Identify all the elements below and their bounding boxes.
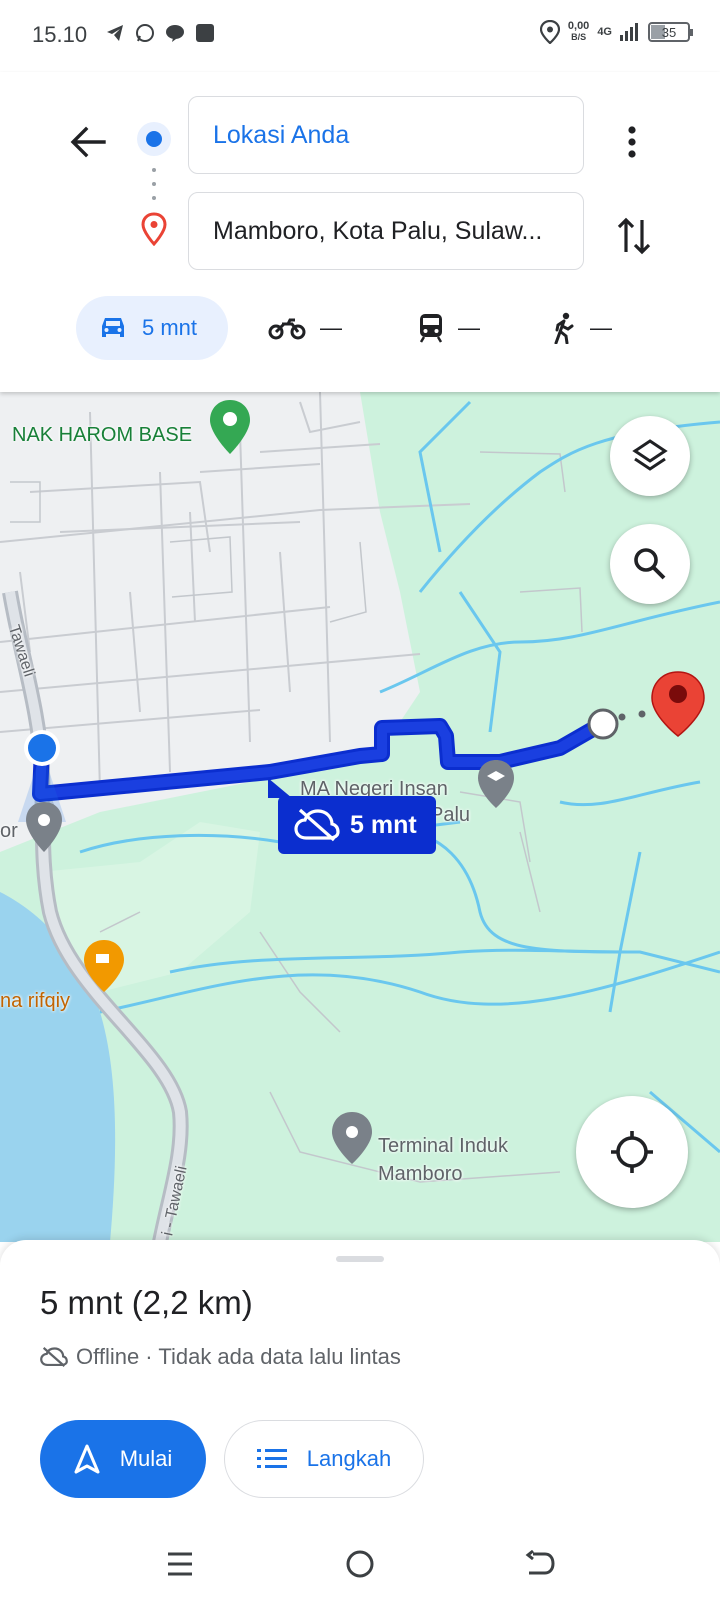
start-navigation-button[interactable]: Mulai (40, 1420, 206, 1498)
app-notification-icon (194, 22, 216, 44)
start-label: Mulai (119, 1446, 173, 1471)
steps-button[interactable]: Langkah (224, 1420, 424, 1498)
whatsapp-icon (134, 22, 156, 44)
tab-walk-time: — (590, 315, 612, 340)
signal-icon (620, 23, 638, 41)
traffic-status-text: Offline · Tidak ada data lalu lintas (76, 1344, 401, 1369)
swap-locations-button[interactable] (612, 208, 656, 264)
my-location-icon (611, 1131, 653, 1173)
destination-input[interactable]: Mamboro, Kota Palu, Sulaw... (188, 192, 584, 270)
nav-recents-button[interactable] (150, 1542, 210, 1586)
poi-label-left: or (0, 820, 18, 842)
navigation-icon (74, 1444, 100, 1474)
poi-label-terminal[interactable]: Terminal Induk Mamboro (378, 1132, 508, 1188)
search-along-route-button[interactable] (610, 524, 690, 604)
poi-label-base[interactable]: NAK HAROM BASE (12, 424, 192, 447)
motorcycle-icon (268, 318, 306, 340)
back-button[interactable] (60, 114, 116, 170)
swap-vert-icon (617, 217, 651, 255)
traffic-status: Offline · Tidak ada data lalu lintas (40, 1344, 401, 1370)
sheet-drag-handle[interactable] (336, 1256, 384, 1262)
back-arrow-icon (525, 1550, 555, 1575)
arrow-left-icon (70, 126, 106, 158)
notification-icons (104, 22, 216, 44)
travel-mode-tabs: 5 mnt — — — (0, 296, 720, 360)
menu-icon (168, 1552, 192, 1576)
tab-transit[interactable]: — (418, 296, 480, 360)
line-icon (164, 22, 186, 44)
tab-motorcycle-time: — (320, 315, 342, 340)
car-icon (102, 318, 124, 337)
destination-pin-icon (140, 212, 168, 247)
layers-button[interactable] (610, 416, 690, 496)
battery-icon: 35 (648, 22, 693, 42)
system-icons: 0,00 B/S 4G 35 (539, 20, 693, 44)
telegram-icon (104, 22, 126, 44)
nav-home-button[interactable] (330, 1542, 390, 1586)
status-bar: 15.10 0,00 B/S 4G 35 (0, 0, 720, 72)
route-eta-bubble[interactable]: 5 mnt (278, 796, 436, 854)
more-vert-icon (628, 126, 636, 158)
steps-label: Langkah (306, 1446, 392, 1471)
my-location-button[interactable] (576, 1096, 688, 1208)
home-circle-icon (346, 1550, 374, 1578)
origin-input[interactable]: Lokasi Anda (188, 96, 584, 174)
walk-icon (554, 312, 574, 344)
list-icon (256, 1449, 287, 1468)
route-summary: 5 mnt (2,2 km) (40, 1284, 253, 1321)
system-nav-bar (0, 1530, 720, 1612)
eta-bubble-text: 5 mnt (350, 810, 417, 839)
origin-dot-icon (137, 122, 171, 156)
poi-label-cafe[interactable]: na rifqiy (0, 990, 70, 1013)
train-icon (419, 314, 443, 343)
poi-label-school-2: Palu (430, 804, 471, 826)
cloud-off-icon (294, 808, 340, 842)
nav-back-button[interactable] (510, 1542, 570, 1586)
search-icon (634, 548, 666, 580)
tab-transit-time: — (458, 315, 480, 340)
net-speed: 0,00 B/S (567, 20, 590, 43)
tab-car[interactable]: 5 mnt (76, 296, 228, 360)
tab-car-time: 5 mnt (142, 315, 198, 340)
map-view[interactable]: NAK HAROM BASE MA Negeri Insan Palu na r… (0, 392, 720, 1242)
network-type: 4G (597, 26, 612, 38)
directions-header: Lokasi Anda Mamboro, Kota Palu, Sulaw...… (0, 72, 720, 392)
route-connector (152, 168, 156, 200)
more-options-button[interactable] (612, 114, 652, 170)
cloud-off-icon (40, 1347, 68, 1367)
tab-motorcycle[interactable]: — (268, 296, 342, 360)
tab-walk[interactable]: — (552, 296, 612, 360)
location-status-icon (539, 20, 560, 44)
layers-icon (632, 439, 668, 471)
status-time: 15.10 (32, 22, 88, 47)
